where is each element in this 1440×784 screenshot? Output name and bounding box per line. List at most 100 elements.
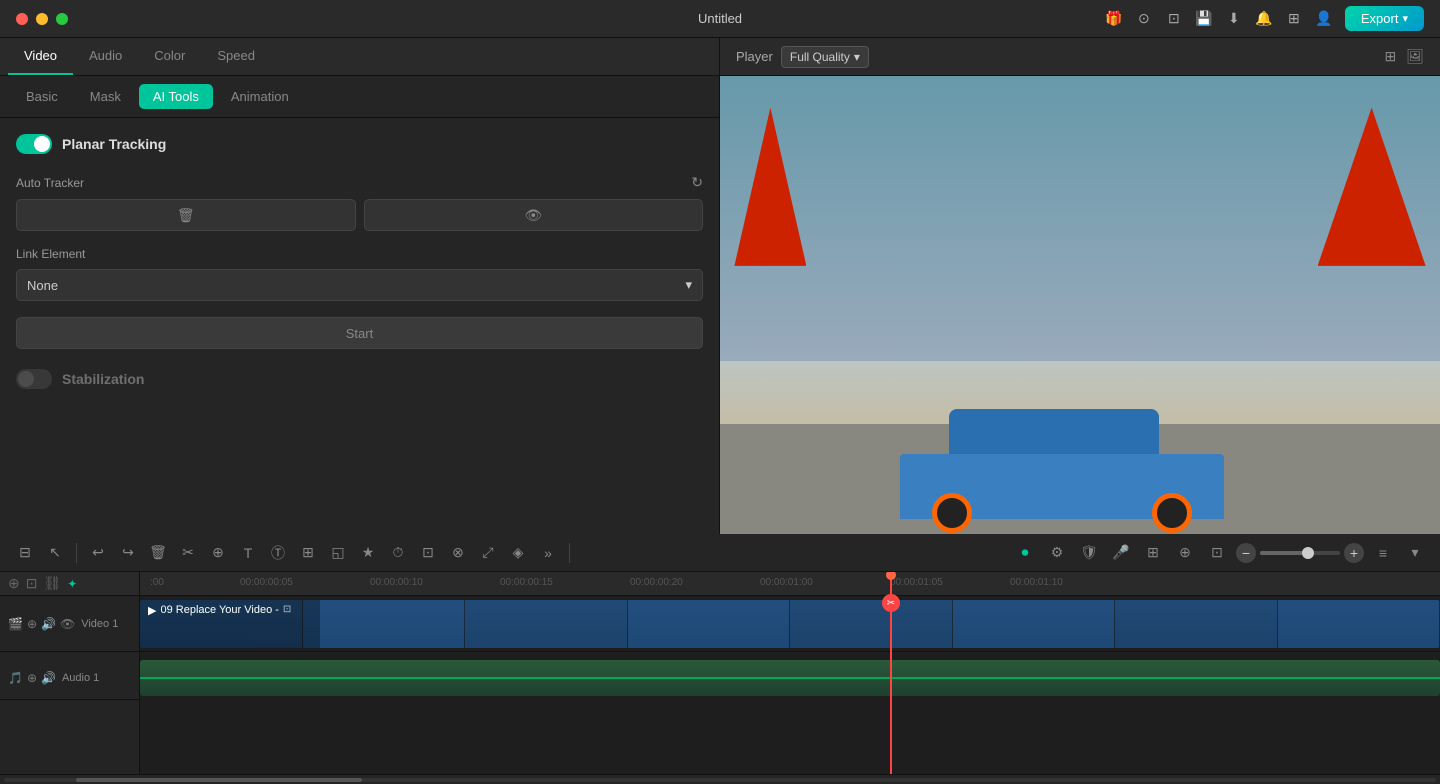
chevron-down-icon: ▾ [854, 50, 860, 64]
planar-tracking-toggle[interactable] [16, 134, 52, 154]
zoom-out-button[interactable]: − [1236, 543, 1256, 563]
tracker-row: 🗑 👁 [16, 199, 703, 231]
subtab-animation[interactable]: Animation [217, 84, 303, 109]
quality-select[interactable]: Full Quality ▾ [781, 46, 869, 68]
fullscreen-tool[interactable]: ⤢ [475, 540, 501, 566]
zoom-slider[interactable] [1260, 551, 1340, 555]
link-element-dropdown[interactable]: None ▾ [16, 269, 703, 301]
video-clip[interactable]: ▶ 09 Replace Your Video - ⊡ [140, 600, 1440, 648]
tab-audio[interactable]: Audio [73, 38, 138, 75]
color-tool[interactable]: ◈ [505, 540, 531, 566]
video-eye-icon[interactable]: 👁 [60, 617, 75, 631]
caption-add-tool[interactable]: ⊕ [1172, 540, 1198, 566]
effects-tool[interactable]: ★ [355, 540, 381, 566]
mic-tool[interactable]: 🎤 [1108, 540, 1134, 566]
grid-view-icon[interactable]: ⊞ [1285, 10, 1303, 28]
delete-tool[interactable]: 🗑 [145, 540, 171, 566]
undo-tool[interactable]: ↩ [85, 540, 111, 566]
tracker-eye-input[interactable]: 👁 [364, 199, 704, 231]
ruler-tick-1: 00:00:00:05 [240, 577, 293, 588]
music-icon: 🎵 [8, 671, 23, 685]
gift-icon[interactable]: 🎁 [1105, 10, 1123, 28]
tracker-delete-input[interactable]: 🗑 [16, 199, 356, 231]
user-avatar[interactable]: 👤 [1315, 10, 1333, 28]
more-tool[interactable]: » [535, 540, 561, 566]
select-tool[interactable]: ↖ [42, 540, 68, 566]
redo-tool[interactable]: ↪ [115, 540, 141, 566]
grid-layout-icon[interactable]: ⊞ [1384, 48, 1396, 65]
tab-speed[interactable]: Speed [201, 38, 271, 75]
tab-color[interactable]: Color [138, 38, 201, 75]
export-button[interactable]: Export [1345, 6, 1424, 31]
text-tool[interactable]: Ⓣ [265, 540, 291, 566]
trash-icon: 🗑 [177, 207, 195, 224]
scrollbar-track[interactable] [4, 778, 1436, 782]
expand-tool[interactable]: ▾ [1402, 540, 1428, 566]
video-add-icon[interactable]: ⊕ [27, 617, 37, 631]
ruler-tick-3: 00:00:00:15 [500, 577, 553, 588]
top-tabs: Video Audio Color Speed [0, 38, 719, 76]
subtab-mask[interactable]: Mask [76, 84, 135, 109]
crowd-background [720, 76, 1440, 361]
audio-waveform [140, 677, 1440, 679]
image-icon[interactable]: 🖼 [1406, 48, 1424, 65]
split-view-tool[interactable]: ⊟ [12, 540, 38, 566]
window-title: Untitled [698, 11, 742, 26]
timeline-scrollbar[interactable] [0, 774, 1440, 784]
link-track-icon[interactable]: ⛓ [43, 575, 61, 592]
circle-icon[interactable]: ⊙ [1135, 10, 1153, 28]
zoom-in-button[interactable]: + [1344, 543, 1364, 563]
stabilization-toggle[interactable] [16, 369, 52, 389]
audio-track-icons: 🎵 ⊕ 🔊 [8, 671, 56, 685]
record-tool[interactable]: ⏺ [1012, 540, 1038, 566]
minimize-button[interactable] [36, 13, 48, 25]
layout-menu-tool[interactable]: ≡ [1370, 540, 1396, 566]
video-volume-icon[interactable]: 🔊 [41, 617, 56, 631]
video-track-icons: 🎬 ⊕ 🔊 👁 [8, 617, 75, 631]
layout-icon[interactable]: ⊡ [1165, 10, 1183, 28]
crop-tool[interactable]: ◱ [325, 540, 351, 566]
header-ruler-spacer: ⊕ ⊡ ⛓ ✦ [0, 572, 139, 596]
audio-track-label: Audio 1 [62, 672, 99, 684]
subtab-ai-tools[interactable]: AI Tools [139, 84, 213, 109]
layer-tool[interactable]: ⊞ [1140, 540, 1166, 566]
start-button[interactable]: Start [16, 317, 703, 349]
audio-clip[interactable] [140, 660, 1440, 696]
wheel-front [1152, 493, 1192, 533]
maximize-button[interactable] [56, 13, 68, 25]
subtab-basic[interactable]: Basic [12, 84, 72, 109]
add-track-icon[interactable]: ⊕ [8, 575, 20, 592]
audio-track-header: 🎵 ⊕ 🔊 Audio 1 [0, 656, 139, 700]
title-tool[interactable]: T [235, 540, 261, 566]
gear-tool[interactable]: ⚙ [1044, 540, 1070, 566]
ruler-tick-4: 00:00:00:20 [630, 577, 683, 588]
notification-icon[interactable]: 🔔 [1255, 10, 1273, 28]
audio-volume-icon[interactable]: 🔊 [41, 671, 56, 685]
caption-tool[interactable]: ⊡ [415, 540, 441, 566]
download-icon[interactable]: ⬇ [1225, 10, 1243, 28]
tab-video[interactable]: Video [8, 38, 73, 75]
ruler-tick-2: 00:00:00:10 [370, 577, 423, 588]
toolbar-right: ⏺ ⚙ 🛡 🎤 ⊞ ⊕ ⊡ − + ≡ ▾ [1012, 540, 1428, 566]
shield-tool[interactable]: 🛡 [1076, 540, 1102, 566]
timeline-toolbar: ⊟ ↖ ↩ ↪ 🗑 ✂ ⊕ T Ⓣ ⊞ ◱ ★ ⏱ ⊡ ⊗ ⤢ ◈ » ⏺ ⚙ … [0, 534, 1440, 572]
magnet-icon[interactable]: ✦ [67, 577, 77, 591]
close-button[interactable] [16, 13, 28, 25]
timeline-area: ⊟ ↖ ↩ ↪ 🗑 ✂ ⊕ T Ⓣ ⊞ ◱ ★ ⏱ ⊡ ⊗ ⤢ ◈ » ⏺ ⚙ … [0, 534, 1440, 784]
speed-tool[interactable]: ⏱ [385, 540, 411, 566]
track-content: :00 00:00:00:05 00:00:00:10 00:00:00:15 … [140, 572, 1440, 774]
video-thumbnails [140, 600, 1440, 648]
transform-tool[interactable]: ⊞ [295, 540, 321, 566]
audio-add-icon[interactable]: ⊕ [27, 671, 37, 685]
save-icon[interactable]: 💾 [1195, 10, 1213, 28]
player-header: Player Full Quality ▾ ⊞ 🖼 [720, 38, 1440, 76]
cut-tool[interactable]: ✂ [175, 540, 201, 566]
split-screen-tool[interactable]: ⊡ [1204, 540, 1230, 566]
caption-track-icon[interactable]: ⊡ [26, 575, 38, 592]
stabilization-label: Stabilization [62, 371, 144, 387]
scrollbar-thumb[interactable] [76, 778, 362, 782]
refresh-icon[interactable]: ↻ [691, 174, 703, 191]
timer-tool[interactable]: ⊗ [445, 540, 471, 566]
planar-tracking-row: Planar Tracking [16, 134, 703, 154]
add-track-tool[interactable]: ⊕ [205, 540, 231, 566]
